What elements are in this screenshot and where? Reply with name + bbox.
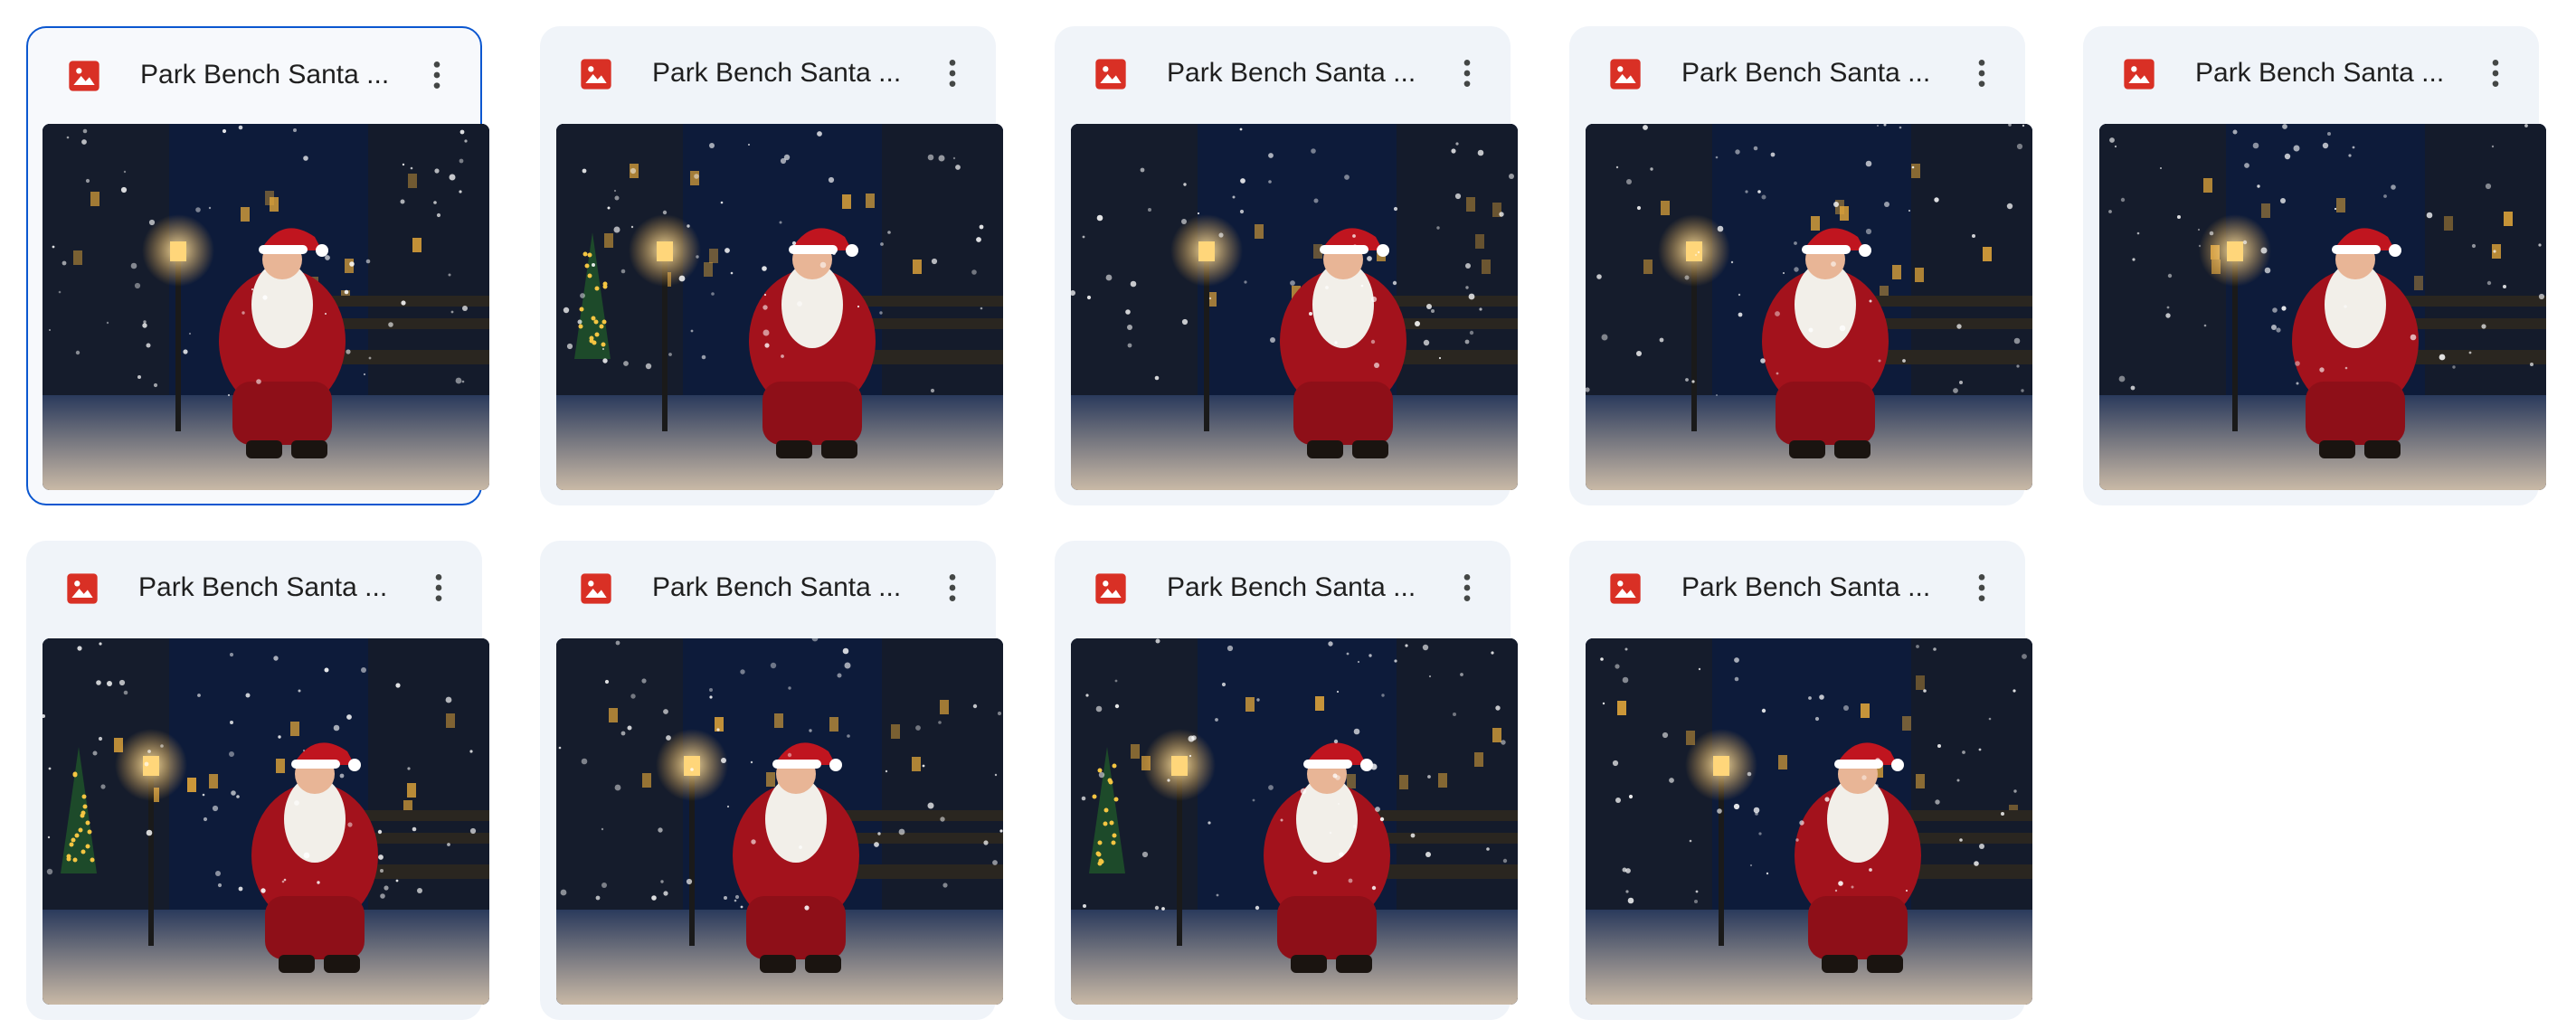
more-vert-icon — [419, 57, 455, 93]
more-vert-icon — [934, 570, 971, 606]
more-vert-icon — [2477, 55, 2514, 91]
more-actions-button[interactable] — [1956, 48, 2007, 99]
file-card-header: Park Bench Santa ... — [540, 541, 996, 642]
file-card-header: Park Bench Santa ... — [1055, 541, 1511, 642]
image-thumbnail[interactable] — [43, 638, 489, 1005]
more-actions-button[interactable] — [1442, 562, 1492, 613]
image-file-icon — [2121, 56, 2157, 92]
file-title: Park Bench Santa ... — [1167, 58, 1416, 88]
file-card[interactable]: Park Bench Santa ... — [1055, 541, 1518, 1020]
file-card[interactable]: Park Bench Santa ... — [540, 541, 1003, 1020]
file-title: Park Bench Santa ... — [138, 572, 388, 602]
file-card[interactable]: Park Bench Santa ... — [540, 26, 1003, 505]
file-title: Park Bench Santa ... — [652, 572, 902, 602]
file-grid: Park Bench Santa ... Park Bench Santa ..… — [0, 0, 2576, 1029]
image-file-icon — [578, 571, 614, 607]
more-vert-icon — [1449, 55, 1485, 91]
more-actions-button[interactable] — [2470, 48, 2521, 99]
image-file-icon — [578, 56, 614, 92]
file-card-header: Park Bench Santa ... — [26, 541, 482, 642]
image-thumbnail[interactable] — [1071, 638, 1518, 1005]
more-actions-button[interactable] — [1956, 562, 2007, 613]
image-thumbnail[interactable] — [1071, 124, 1518, 490]
file-card[interactable]: Park Bench Santa ... — [2083, 26, 2546, 505]
file-card-header: Park Bench Santa ... — [1055, 26, 1511, 127]
image-file-icon — [1093, 571, 1129, 607]
file-card-header: Park Bench Santa ... — [28, 28, 480, 129]
image-thumbnail[interactable] — [42, 123, 489, 490]
more-actions-button[interactable] — [927, 48, 978, 99]
image-thumbnail[interactable] — [556, 124, 1003, 490]
file-card[interactable]: Park Bench Santa ... — [26, 26, 489, 505]
file-card-header: Park Bench Santa ... — [1569, 541, 2025, 642]
file-card[interactable]: Park Bench Santa ... — [1569, 26, 2032, 505]
file-title: Park Bench Santa ... — [2195, 58, 2445, 88]
image-thumbnail[interactable] — [1586, 124, 2032, 490]
file-title: Park Bench Santa ... — [652, 58, 902, 88]
file-card[interactable]: Park Bench Santa ... — [1569, 541, 2032, 1020]
image-file-icon — [66, 58, 102, 94]
more-vert-icon — [934, 55, 971, 91]
file-card[interactable]: Park Bench Santa ... — [1055, 26, 1518, 505]
image-file-icon — [1093, 56, 1129, 92]
more-actions-button[interactable] — [927, 562, 978, 613]
file-title: Park Bench Santa ... — [140, 60, 390, 90]
file-title: Park Bench Santa ... — [1681, 58, 1931, 88]
more-actions-button[interactable] — [1442, 48, 1492, 99]
more-vert-icon — [1449, 570, 1485, 606]
image-file-icon — [64, 571, 100, 607]
image-thumbnail[interactable] — [2099, 124, 2546, 490]
file-card[interactable]: Park Bench Santa ... — [26, 541, 489, 1020]
file-title: Park Bench Santa ... — [1167, 572, 1416, 602]
image-file-icon — [1607, 56, 1643, 92]
image-thumbnail[interactable] — [556, 638, 1003, 1005]
more-vert-icon — [421, 570, 457, 606]
file-title: Park Bench Santa ... — [1681, 572, 1931, 602]
more-vert-icon — [1964, 570, 2000, 606]
file-card-header: Park Bench Santa ... — [1569, 26, 2025, 127]
more-actions-button[interactable] — [413, 562, 464, 613]
image-file-icon — [1607, 571, 1643, 607]
more-actions-button[interactable] — [412, 50, 462, 100]
image-thumbnail[interactable] — [1586, 638, 2032, 1005]
file-card-header: Park Bench Santa ... — [2083, 26, 2539, 127]
file-card-header: Park Bench Santa ... — [540, 26, 996, 127]
more-vert-icon — [1964, 55, 2000, 91]
